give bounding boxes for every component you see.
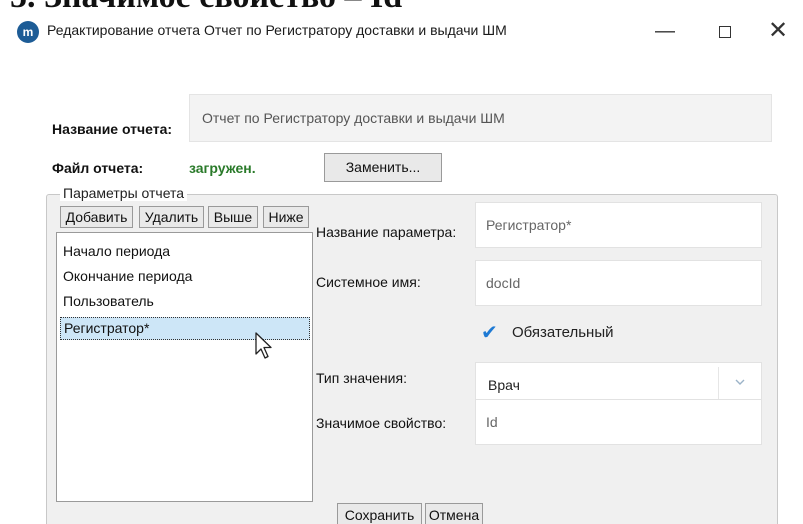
param-name-label: Название параметра:: [316, 224, 457, 240]
params-group-title: Параметры отчета: [60, 185, 188, 201]
significant-property-input[interactable]: Id: [475, 399, 762, 445]
edit-report-dialog: m Редактирование отчета Отчет по Регистр…: [0, 10, 803, 524]
window-title: Редактирование отчета Отчет по Регистрат…: [47, 22, 507, 38]
report-file-label: Файл отчета:: [52, 160, 144, 176]
app-icon: m: [17, 21, 39, 43]
value-type-label: Тип значения:: [316, 370, 407, 386]
delete-param-button[interactable]: Удалить: [139, 206, 204, 228]
required-checkbox[interactable]: ✔ Обязательный: [481, 321, 621, 345]
list-item[interactable]: Окончание периода: [63, 268, 192, 284]
param-name-input[interactable]: Регистратор*: [475, 202, 762, 248]
required-label: Обязательный: [512, 324, 614, 341]
chevron-down-icon[interactable]: [733, 375, 747, 389]
list-item[interactable]: Пользователь: [63, 293, 154, 309]
checkmark-icon: ✔: [481, 322, 498, 344]
list-item[interactable]: Начало периода: [63, 243, 170, 259]
minimize-icon[interactable]: —: [645, 14, 685, 48]
title-bar[interactable]: m Редактирование отчета Отчет по Регистр…: [0, 10, 803, 54]
system-name-input[interactable]: docId: [475, 260, 762, 306]
cancel-button[interactable]: Отмена: [425, 503, 483, 524]
report-name-label: Название отчета:: [52, 121, 173, 137]
significant-property-label: Значимое свойство:: [316, 415, 447, 431]
file-status: загружен.: [189, 160, 256, 176]
system-name-label: Системное имя:: [316, 274, 421, 290]
replace-file-button[interactable]: Заменить...: [324, 153, 442, 182]
mouse-cursor-icon: [255, 332, 272, 359]
move-down-button[interactable]: Ниже: [263, 206, 309, 228]
param-list[interactable]: Начало периода Окончание периода Пользов…: [56, 232, 313, 502]
value-type-value: Врач: [488, 377, 520, 393]
save-button[interactable]: Сохранить: [337, 503, 422, 524]
add-param-button[interactable]: Добавить: [60, 206, 133, 228]
move-up-button[interactable]: Выше: [208, 206, 258, 228]
maximize-icon[interactable]: [705, 14, 745, 48]
close-icon[interactable]: ✕: [758, 14, 798, 48]
report-name-input[interactable]: Отчет по Регистратору доставки и выдачи …: [189, 94, 772, 142]
